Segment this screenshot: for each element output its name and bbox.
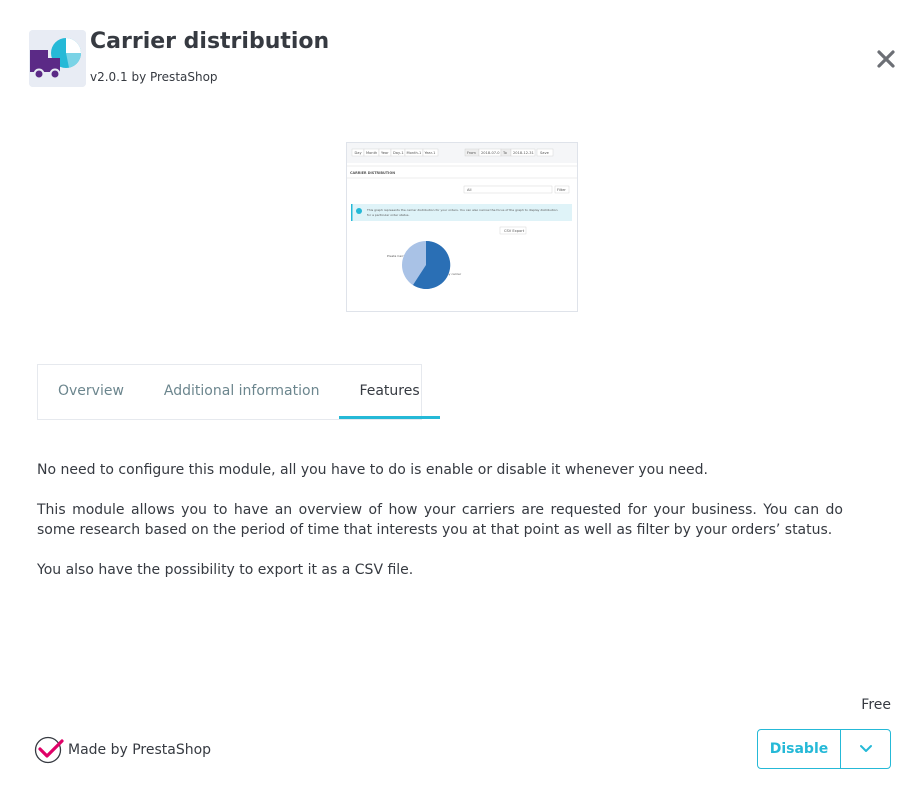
close-button[interactable] — [874, 47, 898, 71]
made-by-label: Made by PrestaShop — [68, 742, 212, 758]
preview-btn-day: Day — [355, 151, 363, 155]
preview-save: Save — [540, 151, 550, 155]
preview-csv: CSV Export — [504, 229, 525, 233]
module-price: Free — [861, 697, 891, 713]
preview-btn-year: Year — [381, 151, 389, 155]
module-logo — [29, 30, 86, 87]
preview-from-value: 2018-07-0 — [481, 151, 500, 155]
action-dropdown-toggle[interactable] — [841, 730, 890, 768]
disable-button[interactable]: Disable — [758, 730, 841, 768]
preview-section-title: CARRIER DISTRIBUTION — [350, 171, 395, 175]
preview-btn-year-1: Year-1 — [425, 151, 436, 155]
preview-btn-month-1: Month-1 — [407, 151, 422, 155]
tab-features[interactable]: Features — [339, 365, 440, 419]
preview-info-line1: This graph represents the carrier distri… — [366, 208, 558, 212]
preview-from-label: From — [467, 151, 476, 155]
info-tabs: Overview Additional information Features — [37, 364, 440, 420]
module-action-group: Disable — [757, 729, 891, 769]
features-paragraph: You also have the possibility to export … — [37, 562, 414, 578]
preview-to-value: 2018-12-31 — [513, 151, 534, 155]
preview-info-line2: for a particular order status. — [367, 213, 409, 217]
preview-select: All — [467, 188, 471, 192]
features-content: No need to configure this module, all yo… — [37, 460, 843, 600]
preview-to-label: To — [502, 151, 507, 155]
made-by: Made by PrestaShop — [34, 735, 211, 765]
prestashop-badge-icon — [34, 736, 64, 764]
module-title: Carrier distribution — [90, 29, 330, 54]
screenshot-graphic: Day Month Year Day-1 Month-1 Year-1 From… — [347, 143, 577, 289]
preview-filter: Filter — [557, 188, 566, 192]
module-version: v2.0.1 by PrestaShop — [90, 70, 218, 84]
preview-btn-day-1: Day-1 — [393, 151, 404, 155]
features-paragraph: No need to configure this module, all yo… — [37, 462, 708, 478]
close-icon — [877, 50, 895, 68]
truck-chart-icon — [29, 30, 86, 87]
module-screenshot[interactable]: Day Month Year Day-1 Month-1 Year-1 From… — [346, 142, 578, 312]
tab-additional-information[interactable]: Additional information — [144, 365, 340, 419]
tab-overview[interactable]: Overview — [38, 365, 144, 419]
features-paragraph: This module allows you to have an overvi… — [37, 502, 843, 538]
chevron-down-icon — [859, 745, 872, 752]
preview-btn-month: Month — [366, 151, 377, 155]
